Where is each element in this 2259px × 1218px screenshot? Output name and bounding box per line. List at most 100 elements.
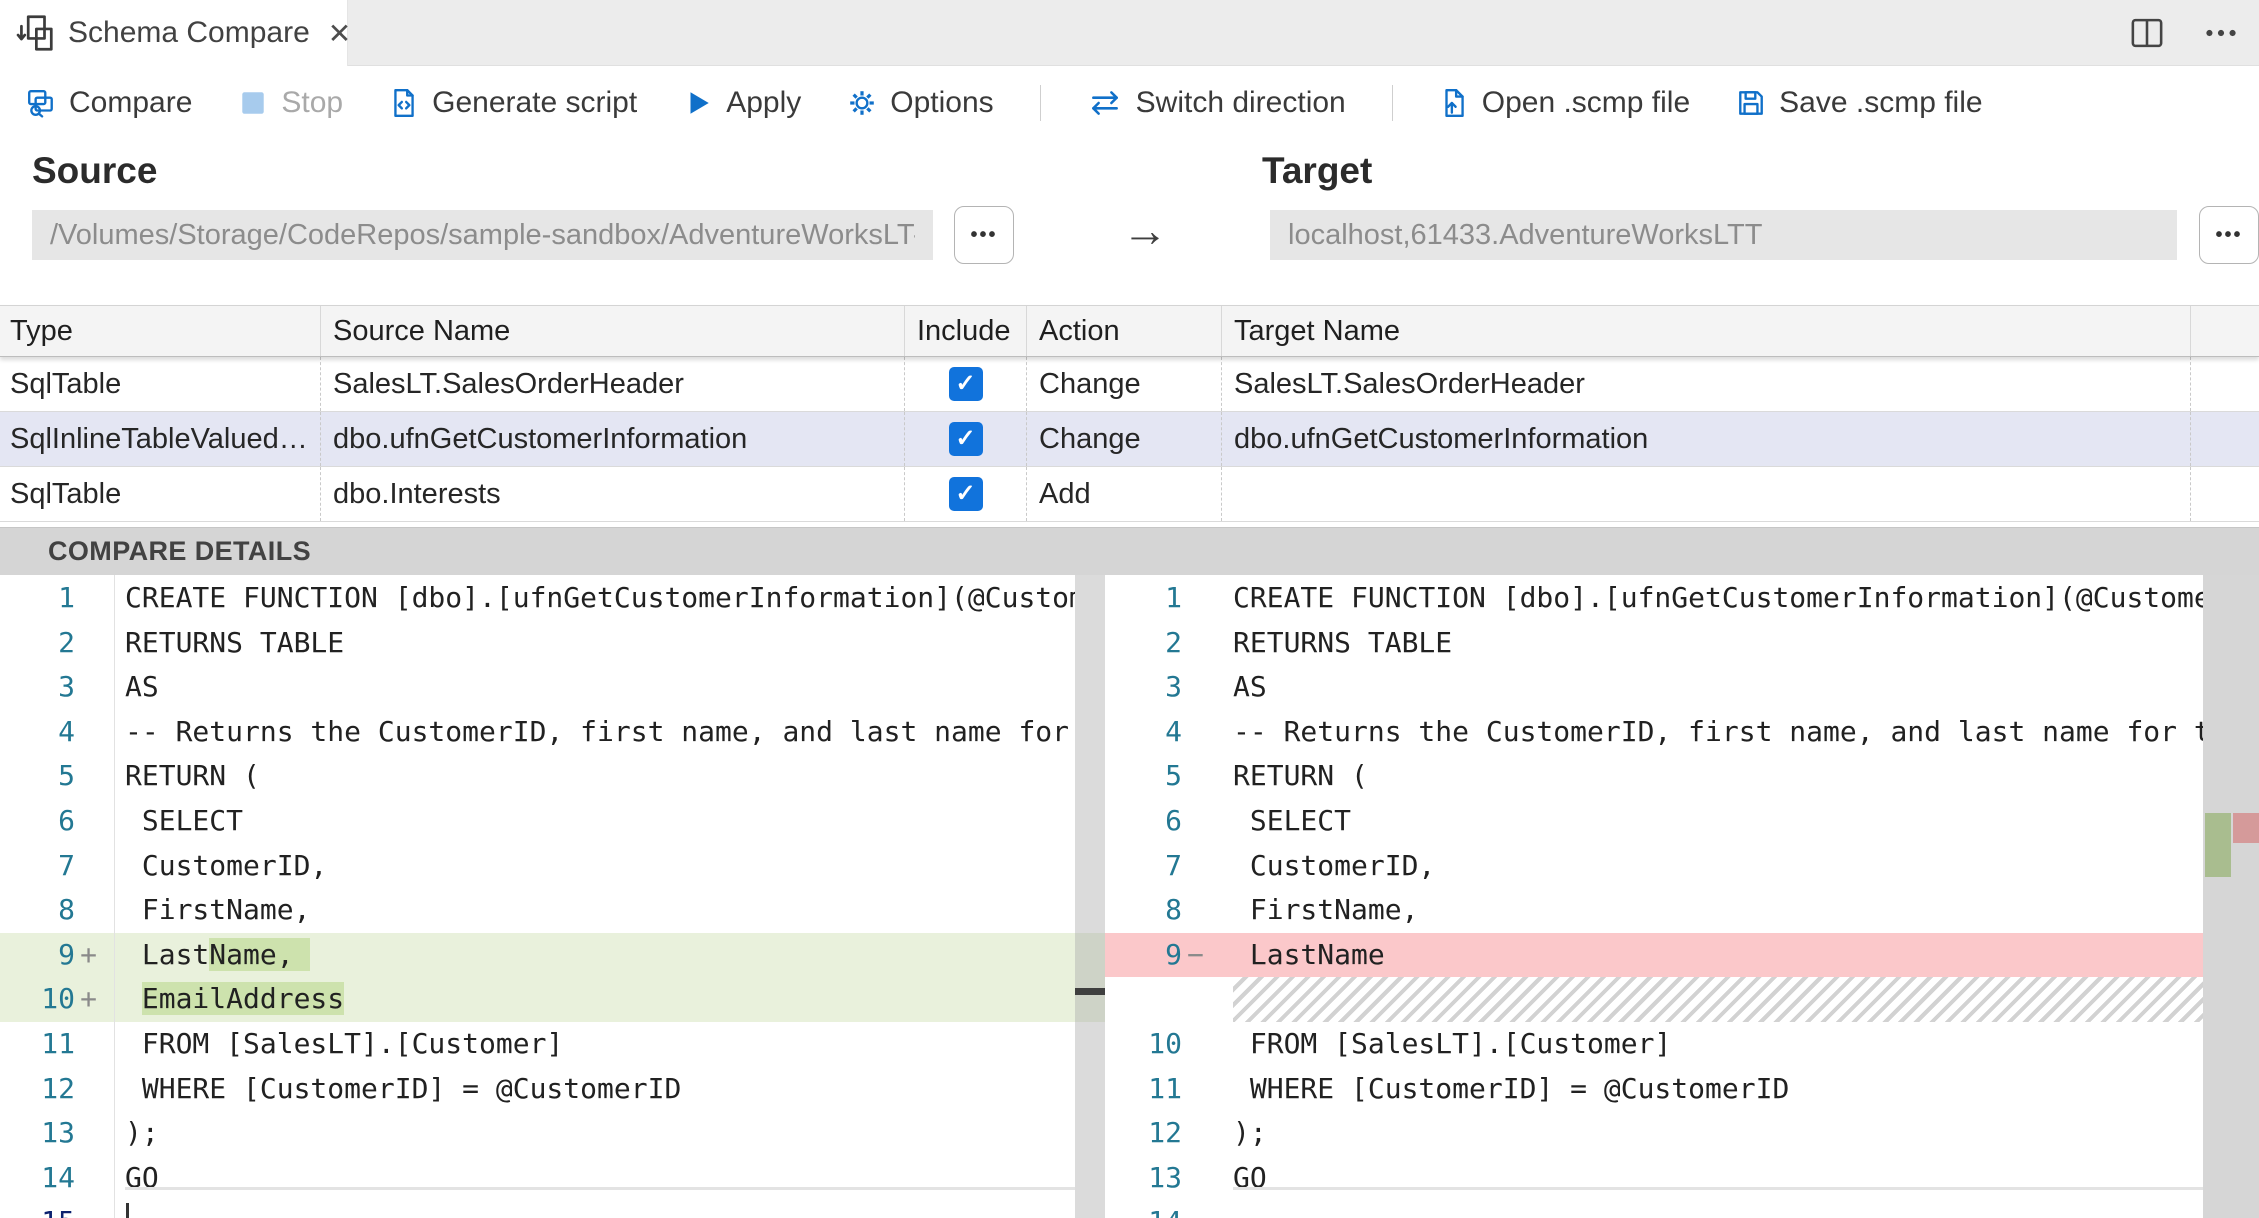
code-text: FROM [SalesLT].[Customer] — [1233, 1026, 1672, 1060]
compare-details-header: COMPARE DETAILS — [0, 527, 2259, 575]
more-actions-icon[interactable] — [2199, 15, 2243, 51]
options-icon — [847, 88, 877, 118]
source-code-editor[interactable]: 1 CREATE FUNCTION [dbo].[ufnGetCustomerIn… — [0, 575, 1105, 1218]
cell-action: Add — [1027, 467, 1222, 521]
code-text: AS — [1233, 670, 1267, 704]
code-text: SELECT — [125, 803, 244, 837]
overview-added-marker — [2205, 813, 2231, 877]
line-number: 2 — [58, 625, 75, 659]
code-line: 15 — [0, 1200, 1105, 1218]
line-number: 6 — [1165, 803, 1182, 837]
stop-button[interactable]: Stop — [238, 86, 343, 120]
line-number: 3 — [58, 670, 75, 704]
table-row[interactable]: SqlInlineTableValuedFu… dbo.ufnGetCustome… — [0, 412, 2259, 467]
scrollbar-diff-marker — [1075, 988, 1105, 995]
diff-sign — [75, 1111, 102, 1156]
diff-sign — [75, 799, 102, 844]
diff-sign — [1182, 1111, 1209, 1156]
switch-direction-label: Switch direction — [1135, 86, 1346, 119]
cell-source-name: SalesLT.SalesOrderHeader — [321, 357, 905, 411]
tab-schema-compare[interactable]: Schema Compare ✕ — [0, 0, 351, 66]
cell-action: Change — [1027, 412, 1222, 466]
switch-direction-button[interactable]: Switch direction — [1087, 86, 1346, 120]
open-scmp-button[interactable]: Open .scmp file — [1439, 86, 1690, 120]
left-editor-scrollbar[interactable] — [1075, 575, 1105, 1218]
target-input[interactable] — [1270, 210, 2177, 260]
right-editor-scrollbar[interactable] — [2203, 575, 2259, 1218]
column-header-action[interactable]: Action — [1027, 306, 1222, 356]
diff-sign — [75, 1200, 102, 1218]
open-scmp-label: Open .scmp file — [1481, 86, 1691, 119]
column-header-include[interactable]: Include — [905, 306, 1027, 356]
code-text: FirstName, — [1233, 893, 1419, 927]
cell-include: ✓ — [905, 357, 1027, 411]
direction-arrow-icon: → — [1122, 204, 1168, 256]
code-text: LastName, — [125, 937, 311, 971]
table-row[interactable]: SqlTable dbo.Interests ✓ Add — [0, 467, 2259, 522]
code-line: 3 AS — [1105, 665, 2259, 710]
tab-close-icon[interactable]: ✕ — [324, 17, 355, 50]
cell-type: SqlTable — [0, 357, 321, 411]
cell-source-name: dbo.Interests — [321, 467, 905, 521]
code-text: ); — [1233, 1116, 1267, 1150]
save-scmp-button[interactable]: Save .scmp file — [1736, 86, 1983, 120]
code-line: 14 — [1105, 1200, 2259, 1218]
current-line-border — [125, 1187, 1075, 1190]
column-header-source-name[interactable]: Source Name — [321, 306, 905, 356]
apply-button[interactable]: Apply — [683, 86, 801, 120]
code-text: LastName — [1233, 937, 1385, 971]
source-input[interactable] — [32, 210, 933, 260]
options-button[interactable]: Options — [847, 86, 994, 120]
compare-button[interactable]: Compare — [26, 86, 192, 120]
code-line: 3 AS — [0, 665, 1105, 710]
column-header-target-name[interactable]: Target Name — [1222, 306, 2191, 356]
include-checkbox[interactable]: ✓ — [948, 367, 983, 401]
split-editor-icon[interactable] — [2129, 15, 2165, 51]
line-number: 15 — [0, 1200, 75, 1218]
code-text: FROM [SalesLT].[Customer] — [125, 1026, 564, 1060]
apply-label: Apply — [726, 86, 802, 119]
code-text: FirstName, — [125, 893, 311, 927]
line-number: 13 — [41, 1116, 75, 1150]
target-code-editor[interactable]: 1 CREATE FUNCTION [dbo].[ufnGetCustomerIn… — [1105, 575, 2259, 1218]
cell-target-name: dbo.ufnGetCustomerInformation — [1222, 412, 2191, 466]
code-line: 6 SELECT — [1105, 799, 2259, 844]
open-scmp-icon — [1439, 88, 1469, 118]
apply-icon — [683, 88, 713, 118]
code-text: AS — [125, 670, 159, 704]
code-text: -- Returns the CustomerID, first name, a… — [1233, 714, 2203, 748]
generate-script-button[interactable]: Generate script — [389, 86, 637, 120]
stop-label: Stop — [281, 86, 344, 119]
code-line: 9− LastName — [1105, 932, 2259, 978]
cell-include: ✓ — [905, 467, 1027, 521]
source-browse-button[interactable]: ••• — [954, 206, 1014, 264]
code-text: WHERE [CustomerID] = @CustomerID — [125, 1071, 682, 1105]
code-line: 1 CREATE FUNCTION [dbo].[ufnGetCustomerIn… — [0, 576, 1105, 621]
line-number: 11 — [1148, 1071, 1182, 1105]
table-row[interactable]: SqlTable SalesLT.SalesOrderHeader ✓ Change S… — [0, 357, 2259, 412]
diff-sign — [1182, 621, 1209, 666]
schema-compare-icon — [16, 14, 54, 52]
table-header-row: Type Source Name Include Action Target Name — [0, 305, 2259, 357]
line-number: 5 — [58, 759, 75, 793]
code-line: 10 + EmailAddress — [0, 977, 1105, 1022]
include-checkbox[interactable]: ✓ — [948, 422, 983, 456]
diff-sign — [1182, 1156, 1209, 1201]
diff-sign — [75, 844, 102, 889]
line-number: 3 — [1165, 670, 1182, 704]
diff-sign — [75, 754, 102, 799]
diff-sign — [1182, 665, 1209, 710]
cell-source-name: dbo.ufnGetCustomerInformation — [321, 412, 905, 466]
column-header-filler — [2191, 306, 2259, 356]
diff-sign — [1182, 754, 1209, 799]
diff-sign — [1182, 576, 1209, 621]
target-browse-button[interactable]: ••• — [2199, 206, 2259, 264]
code-text: RETURN ( — [125, 759, 260, 793]
toolbar-separator — [1391, 85, 1393, 121]
include-checkbox[interactable]: ✓ — [948, 477, 983, 511]
column-header-type[interactable]: Type — [0, 306, 321, 356]
tab-title: Schema Compare — [68, 16, 310, 49]
save-scmp-icon — [1736, 88, 1766, 118]
line-number: 8 — [1165, 893, 1182, 927]
cell-target-name — [1222, 467, 2191, 521]
